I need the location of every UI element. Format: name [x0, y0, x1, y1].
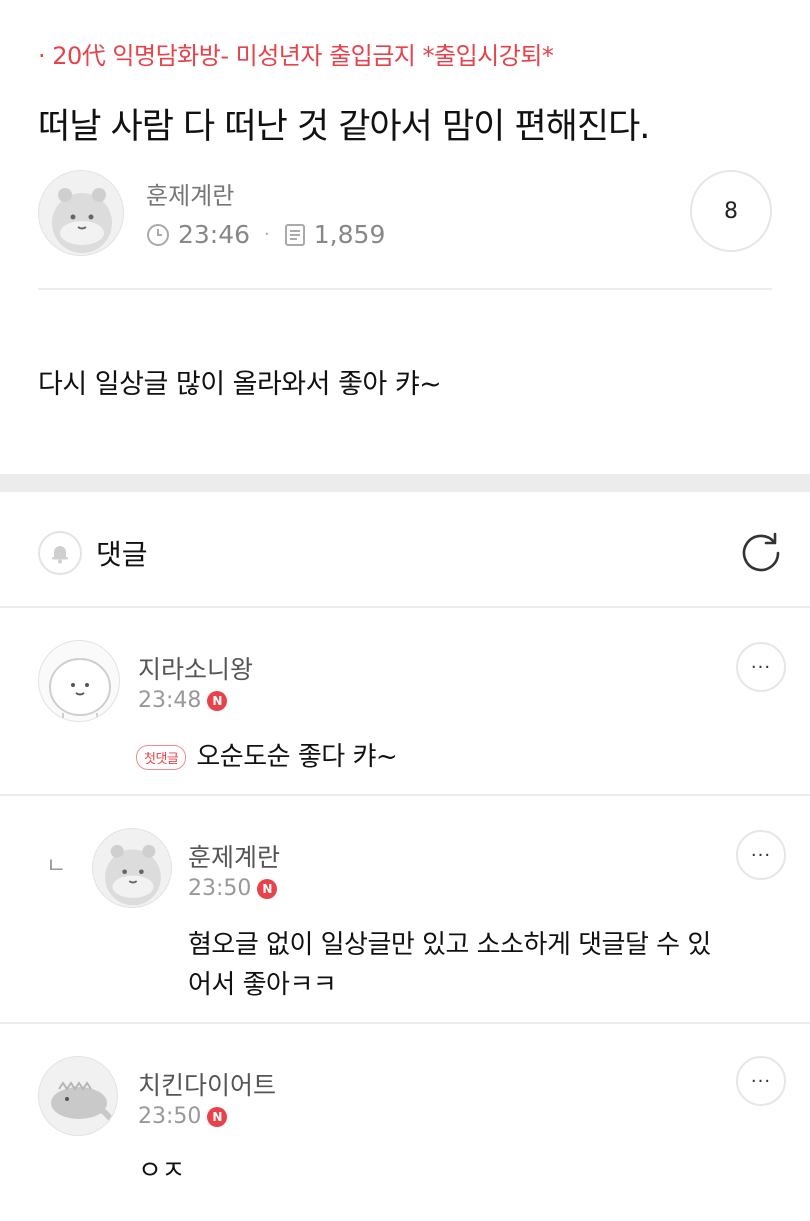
hamster-avatar-icon [52, 188, 112, 253]
comment-text: 첫댓글 오순도순 좋다 캬~ [136, 736, 398, 773]
comment-avatar[interactable] [38, 640, 120, 722]
comments-label: 댓글 [96, 538, 148, 571]
new-badge: N [207, 1106, 228, 1127]
comment-time: 23:50 [138, 1104, 202, 1129]
post-views: 1,859 [313, 220, 386, 249]
comment-more-button[interactable]: ··· [736, 642, 786, 692]
dinosaur-avatar-icon [51, 1081, 112, 1120]
comment-body: 오순도순 좋다 캬~ [196, 742, 398, 772]
comment-time-row: 23:48 N [138, 688, 228, 713]
notification-toggle[interactable] [38, 531, 82, 575]
author-name[interactable]: 훈제계란 [146, 176, 234, 211]
refresh-button[interactable] [738, 530, 784, 576]
post-time: 23:46 [178, 220, 251, 249]
refresh-icon [742, 532, 780, 572]
comment-avatar[interactable] [38, 1056, 118, 1136]
meta-separator: · [264, 224, 270, 245]
section-divider [0, 474, 810, 492]
comment-time: 23:48 [138, 688, 202, 713]
comment-author[interactable]: 치킨다이어트 [138, 1066, 276, 1102]
post-meta: 23:46 · 1,859 [146, 220, 385, 249]
comment-text-line: 어서 좋아ㅋㅋ [188, 970, 337, 1000]
comments-header: 댓글 [38, 530, 148, 576]
comment-more-button[interactable]: ··· [736, 1056, 786, 1106]
views-icon [284, 223, 305, 246]
divider [0, 1022, 810, 1024]
comment-avatar[interactable] [92, 828, 172, 908]
board-category[interactable]: · 20代 익명담화방- 미성년자 출입금지 *출입시강퇴* [38, 36, 554, 71]
blob-avatar-icon [49, 658, 111, 719]
comment-time: 23:50 [188, 876, 252, 901]
hamster-avatar-icon [105, 844, 161, 906]
divider [0, 606, 810, 608]
comment-count-button[interactable]: 8 [690, 170, 772, 252]
clock-icon [147, 223, 169, 246]
bell-icon [52, 546, 68, 564]
comment-time-row: 23:50 N [138, 1104, 228, 1129]
first-comment-badge: 첫댓글 [136, 745, 187, 770]
comment-text: ㅇㅈ [138, 1156, 185, 1186]
divider [0, 794, 810, 796]
comment-author[interactable]: 지라소니왕 [138, 650, 253, 686]
new-badge: N [257, 878, 278, 899]
comment-more-button[interactable]: ··· [736, 830, 786, 880]
post-body: 다시 일상글 많이 올라와서 좋아 캬~ [38, 369, 442, 400]
reply-indicator-icon: ㄴ [46, 854, 67, 879]
post-title: 떠날 사람 다 떠난 것 같아서 맘이 편해진다. [38, 107, 650, 147]
comment-author[interactable]: 훈제계란 [188, 838, 280, 874]
new-badge: N [207, 690, 228, 711]
author-avatar[interactable] [38, 170, 124, 256]
divider [38, 288, 772, 290]
comment-text-line: 혐오글 없이 일상글만 있고 소소하게 댓글달 수 있 [188, 930, 711, 960]
comment-time-row: 23:50 N [188, 876, 278, 901]
